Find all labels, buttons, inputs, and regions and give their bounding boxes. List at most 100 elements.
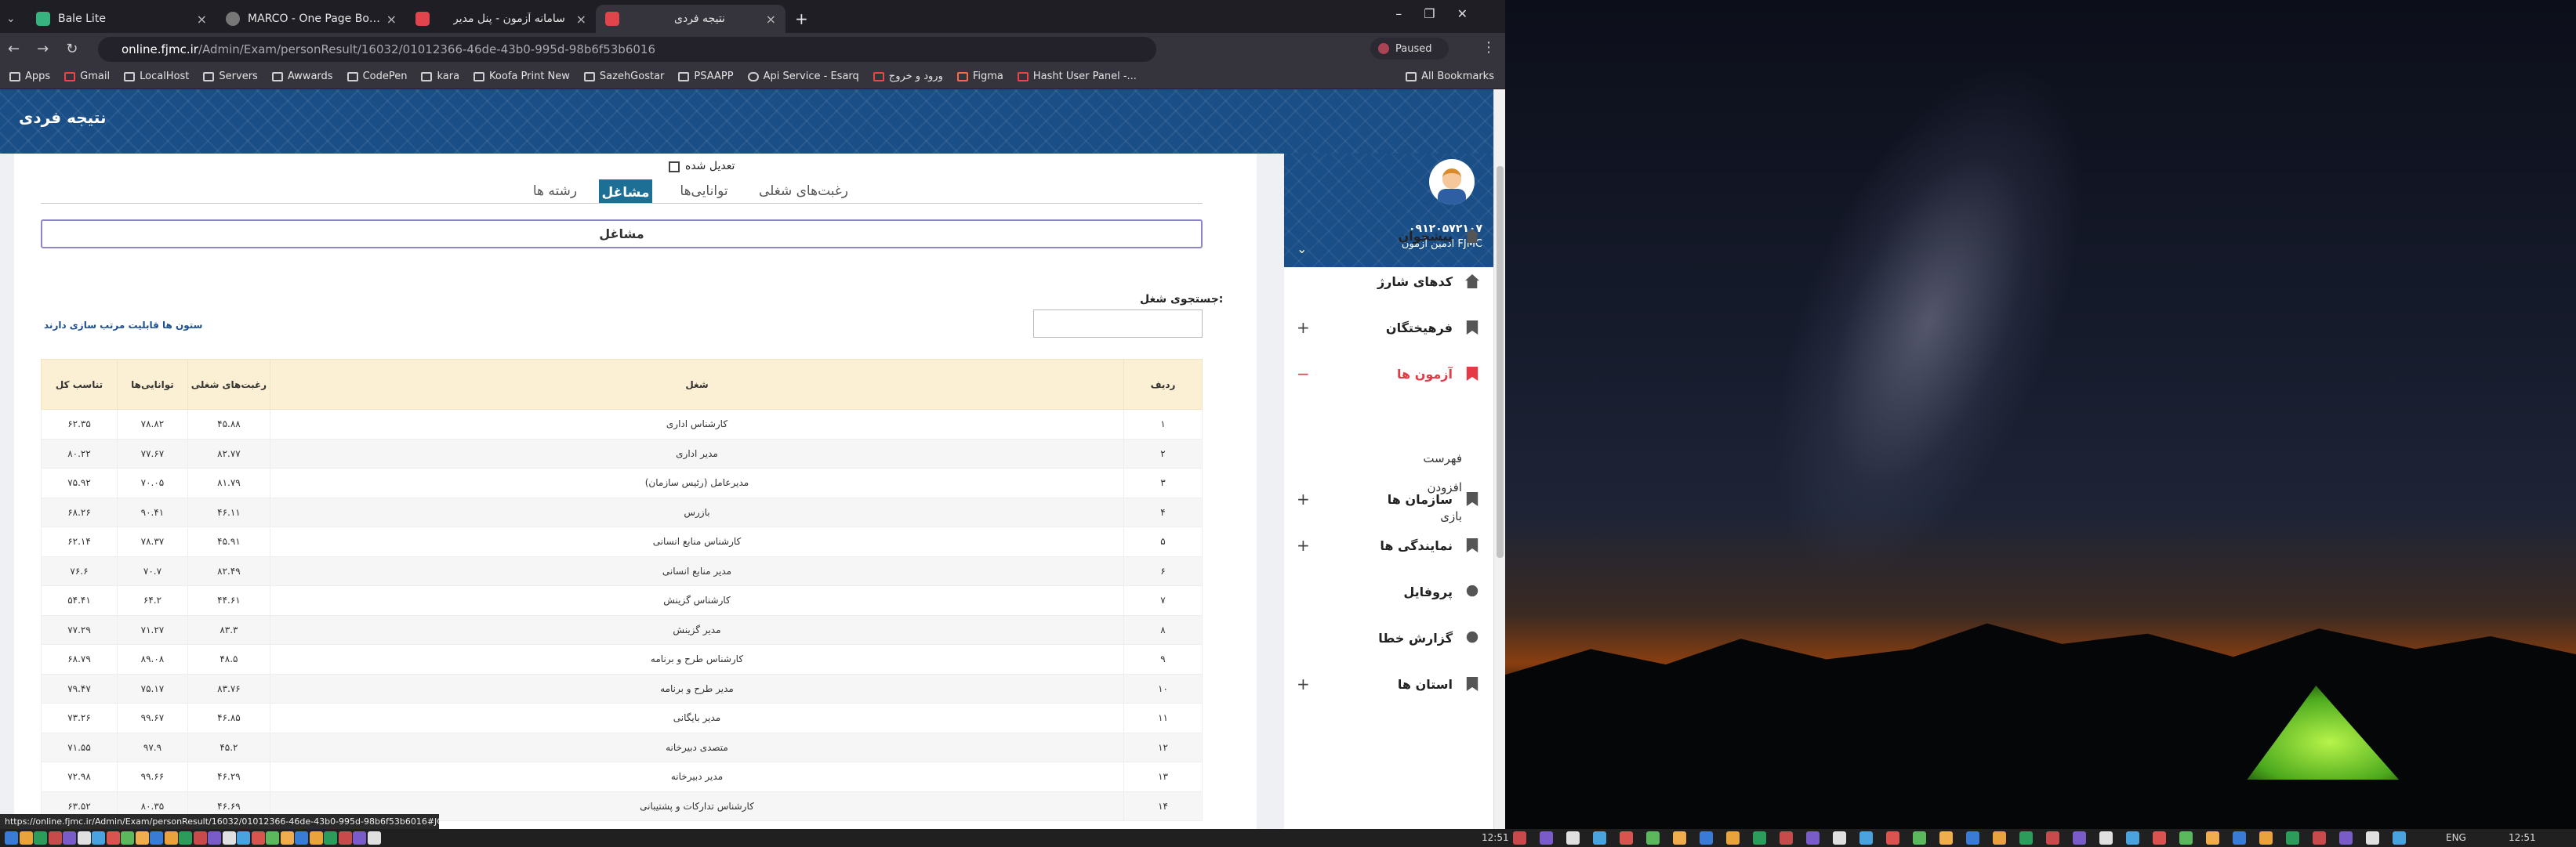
taskbar-app-icon[interactable] xyxy=(338,831,352,845)
taskbar-app-icon[interactable] xyxy=(77,831,91,845)
taskbar-app-icon[interactable] xyxy=(237,831,250,845)
taskbar-app-icon[interactable] xyxy=(2073,831,2086,845)
sidebar-item-exams[interactable]: آزمون ها − xyxy=(1284,358,1493,389)
taskbar-app-icon[interactable] xyxy=(1806,831,1820,845)
col-interests[interactable]: رغبت‌های شغلی xyxy=(187,359,270,410)
taskbar-app-icon[interactable] xyxy=(2393,831,2406,845)
taskbar-app-icon[interactable] xyxy=(34,831,47,845)
taskbar-app-icon[interactable] xyxy=(1700,831,1713,845)
tab-bale[interactable]: Bale Lite × xyxy=(27,5,216,33)
taskbar-app-icon[interactable] xyxy=(1939,831,1953,845)
tab-search-button[interactable]: ⌄ xyxy=(0,5,27,33)
close-icon[interactable]: × xyxy=(386,12,397,27)
taskbar-app-icon[interactable] xyxy=(5,831,18,845)
close-icon[interactable]: × xyxy=(197,12,207,27)
col-total-fit[interactable]: تناسب کل xyxy=(41,359,118,410)
taskbar-app-icon[interactable] xyxy=(135,831,149,845)
sidebar-item-provinces[interactable]: استان ها + xyxy=(1284,668,1493,700)
bookmark-item[interactable]: Servers xyxy=(203,71,258,82)
taskbar-app-icon[interactable] xyxy=(2153,831,2166,845)
taskbar-app-icon[interactable] xyxy=(1780,831,1793,845)
taskbar-app-icon[interactable] xyxy=(353,831,366,845)
col-job[interactable]: شغل xyxy=(269,359,1125,410)
sidebar-item-agencies[interactable]: نمایندگی ها + xyxy=(1284,530,1493,561)
taskbar-app-icon[interactable] xyxy=(2339,831,2353,845)
taskbar-app-icon[interactable] xyxy=(2126,831,2139,845)
taskbar-app-icon[interactable] xyxy=(309,831,323,845)
tab-marco[interactable]: MARCO - One Page Bootstrap× xyxy=(216,5,406,33)
taskbar-app-icon[interactable] xyxy=(1620,831,1633,845)
submenu-add[interactable]: افزودن xyxy=(1427,480,1462,494)
taskbar-app-icon[interactable] xyxy=(1726,831,1740,845)
tab-admin-panel[interactable]: سامانه آزمون - پنل مدیر × xyxy=(406,5,596,33)
taskbar-app-icon[interactable] xyxy=(1540,831,1553,845)
sidebar-item-profile[interactable]: پروفایل xyxy=(1284,576,1493,607)
new-tab-button[interactable]: + xyxy=(785,5,817,33)
taskbar-app-icon[interactable] xyxy=(1646,831,1660,845)
scrollbar-thumb[interactable] xyxy=(1497,166,1504,558)
taskbar-app-icon[interactable] xyxy=(2259,831,2273,845)
taskbar-app-icon[interactable] xyxy=(150,831,163,845)
back-icon[interactable]: ← xyxy=(8,41,20,57)
taskbar-app-icon[interactable] xyxy=(164,831,178,845)
col-row[interactable]: ردیف xyxy=(1123,359,1203,410)
taskbar-app-icon[interactable] xyxy=(324,831,337,845)
clock[interactable]: 12:51 xyxy=(2509,832,2536,843)
taskbar-app-icon[interactable] xyxy=(1673,831,1686,845)
all-bookmarks[interactable]: All Bookmarks xyxy=(1406,71,1494,82)
forward-icon[interactable]: → xyxy=(37,41,49,57)
reload-icon[interactable]: ↻ xyxy=(66,41,78,57)
sidebar-item-dashboard[interactable]: پیشخوان xyxy=(1284,220,1493,252)
taskbar-app-icon[interactable] xyxy=(2179,831,2193,845)
address-bar[interactable]: online.fjmc.ir/Admin/Exam/personResult/1… xyxy=(98,37,1156,62)
taskbar-app-icon[interactable] xyxy=(2019,831,2033,845)
bookmark-item[interactable]: LocalHost xyxy=(124,71,189,82)
taskbar-app-icon[interactable] xyxy=(1886,831,1899,845)
bookmark-item[interactable]: Gmail xyxy=(64,71,110,82)
profile-button[interactable]: Paused xyxy=(1370,38,1449,60)
sidebar-item-error-report[interactable]: گزارش خطا xyxy=(1284,622,1493,653)
submenu-game[interactable]: بازی xyxy=(1440,509,1462,523)
taskbar-app-icon[interactable] xyxy=(2206,831,2219,845)
bookmark-item[interactable]: Koofa Print New xyxy=(473,71,570,82)
taskbar-app-icon[interactable] xyxy=(266,831,279,845)
bookmark-item[interactable]: SazehGostar xyxy=(583,71,664,82)
taskbar-app-icon[interactable] xyxy=(2366,831,2379,845)
taskbar-app-icon[interactable] xyxy=(208,831,221,845)
adjusted-checkbox[interactable] xyxy=(669,161,680,172)
bookmark-item[interactable]: Figma xyxy=(956,71,1003,82)
tab-majors[interactable]: رشته ها xyxy=(516,179,594,203)
tab-abilities[interactable]: توانایی‌ها xyxy=(665,179,743,203)
taskbar-app-icon[interactable] xyxy=(367,831,381,845)
language-indicator[interactable]: ENG xyxy=(2446,832,2466,843)
page-scrollbar[interactable] xyxy=(1493,89,1505,829)
taskbar-app-icon[interactable] xyxy=(48,831,62,845)
bookmark-item[interactable]: Awwards xyxy=(271,71,333,82)
taskbar-app-icon[interactable] xyxy=(193,831,207,845)
taskbar-app-icon[interactable] xyxy=(92,831,105,845)
taskbar-app-icon[interactable] xyxy=(1593,831,1606,845)
taskbar-app-icon[interactable] xyxy=(222,831,236,845)
job-search-input[interactable] xyxy=(1033,309,1203,338)
taskbar-app-icon[interactable] xyxy=(2099,831,2113,845)
bookmark-item[interactable]: ورود و خروج xyxy=(873,71,943,82)
taskbar-app-icon[interactable] xyxy=(1913,831,1926,845)
expand-icon[interactable]: + xyxy=(1297,490,1310,509)
taskbar-app-icon[interactable] xyxy=(2046,831,2059,845)
bookmark-item[interactable]: Hasht User Panel -... xyxy=(1017,71,1137,82)
taskbar-app-icon[interactable] xyxy=(1513,831,1526,845)
tab-jobs[interactable]: مشاغل xyxy=(599,179,652,203)
taskbar-app-icon[interactable] xyxy=(121,831,134,845)
taskbar-app-icon[interactable] xyxy=(2286,831,2299,845)
tab-person-result[interactable]: نتیجه فردی × xyxy=(596,5,785,33)
taskbar-app-icon[interactable] xyxy=(19,831,33,845)
taskbar-app-icon[interactable] xyxy=(1566,831,1580,845)
taskbar-app-icon[interactable] xyxy=(106,831,120,845)
collapse-icon[interactable]: − xyxy=(1297,364,1310,383)
col-abilities[interactable]: توانایی‌ها xyxy=(116,359,188,410)
taskbar-app-icon[interactable] xyxy=(1753,831,1766,845)
close-icon[interactable]: × xyxy=(576,12,586,27)
expand-icon[interactable]: + xyxy=(1297,318,1310,337)
taskbar-app-icon[interactable] xyxy=(251,831,265,845)
taskbar-app-icon[interactable] xyxy=(63,831,76,845)
